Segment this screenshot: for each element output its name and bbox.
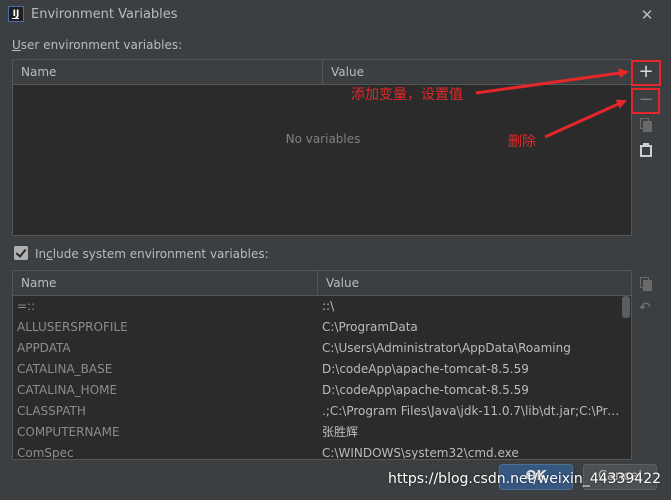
env-value: .;C:\Program Files\Java\jdk-11.0.7\lib\d… <box>322 404 622 418</box>
table-row[interactable]: APPDATA C:\Users\Administrator\AppData\R… <box>13 338 623 359</box>
env-value: 张胜辉 <box>322 425 359 439</box>
sys-label-rest: lude system environment variables: <box>52 247 269 261</box>
table-row[interactable]: CLASSPATH .;C:\Program Files\Java\jdk-11… <box>13 401 623 422</box>
env-value: C:\WINDOWS\system32\cmd.exe <box>322 446 519 460</box>
env-name: APPDATA <box>17 341 71 355</box>
sys-label-mnemonic: c <box>46 247 53 261</box>
system-env-table-header: Name Value <box>13 271 631 296</box>
table-row[interactable]: CATALINA_HOME D:\codeApp\apache-tomcat-8… <box>13 380 623 401</box>
table-row[interactable]: =:: ::\ <box>13 296 623 317</box>
system-env-table[interactable]: Name Value =:: ::\ ALLUSERSPROFILE C:\Pr… <box>12 270 632 460</box>
annotation-arrow-remove <box>544 99 627 139</box>
env-name: CLASSPATH <box>17 404 86 418</box>
env-value: ::\ <box>322 299 335 313</box>
column-header-value[interactable]: Value <box>318 271 359 295</box>
system-table-scrollbar[interactable] <box>622 296 630 318</box>
table-row[interactable]: ALLUSERSPROFILE C:\ProgramData <box>13 317 623 338</box>
table-row[interactable]: COMPUTERNAME 张胜辉 <box>13 422 623 443</box>
env-name: ALLUSERSPROFILE <box>17 320 128 334</box>
env-value: C:\Users\Administrator\AppData\Roaming <box>322 341 571 355</box>
table-row[interactable]: CATALINA_BASE D:\codeApp\apache-tomcat-8… <box>13 359 623 380</box>
copy-icon[interactable] <box>640 277 652 291</box>
watermark-text: https://blog.csdn.net/weixin_44339422 <box>388 471 662 487</box>
annotation-arrow-add <box>475 68 629 95</box>
include-system-env-checkbox[interactable] <box>14 246 28 260</box>
env-name: COMPUTERNAME <box>17 425 120 439</box>
sys-label-prefix: In <box>35 247 47 261</box>
env-value: D:\codeApp\apache-tomcat-8.5.59 <box>322 383 529 397</box>
env-value: C:\ProgramData <box>322 320 418 334</box>
env-value: D:\codeApp\apache-tomcat-8.5.59 <box>322 362 529 376</box>
env-name: =:: <box>17 299 36 313</box>
column-header-name[interactable]: Name <box>13 271 56 295</box>
table-row[interactable]: ComSpec C:\WINDOWS\system32\cmd.exe <box>13 443 623 460</box>
env-name: CATALINA_HOME <box>17 383 118 397</box>
env-name: ComSpec <box>17 446 74 460</box>
env-name: CATALINA_BASE <box>17 362 113 376</box>
undo-icon[interactable]: ↶ <box>639 300 651 316</box>
include-system-env-label[interactable]: Include system environment variables: <box>35 247 269 261</box>
